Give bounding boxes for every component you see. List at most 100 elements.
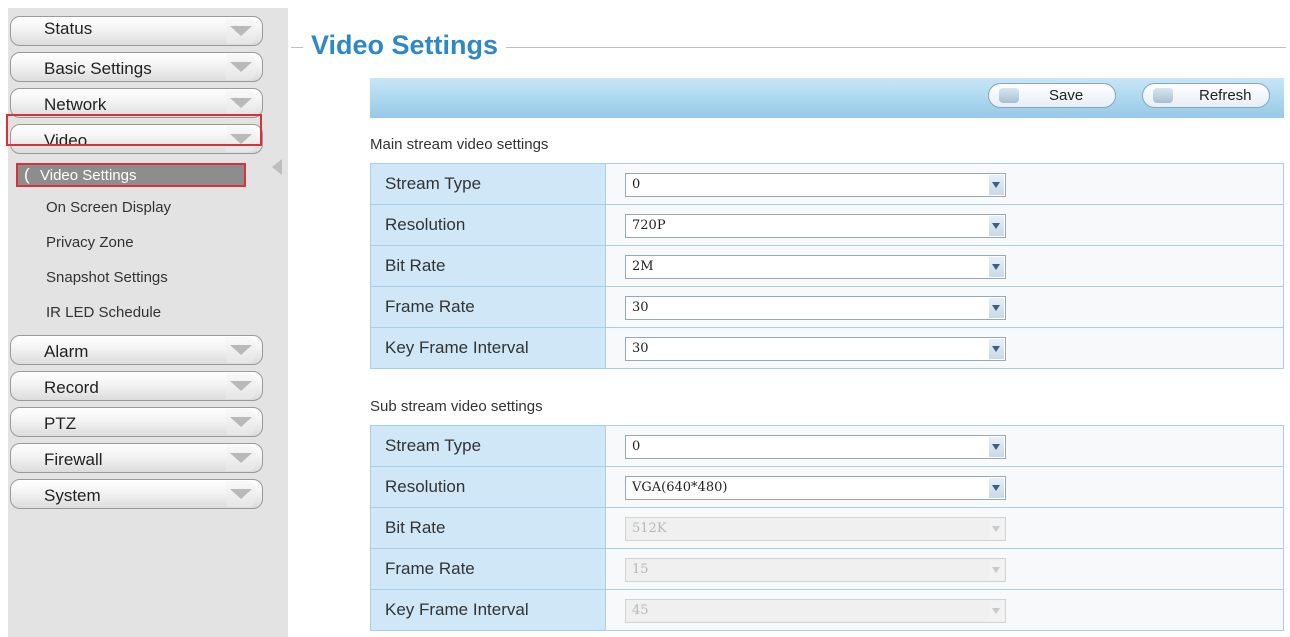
menu-label: Status: [44, 19, 93, 38]
select-value: 0: [632, 439, 641, 454]
field-label: Frame Rate: [370, 548, 606, 590]
menu-label: Record: [44, 378, 99, 397]
sub-resolution-select[interactable]: VGA(640*480): [625, 476, 1006, 500]
submenu-label: Video Settings: [40, 167, 137, 184]
field-value-cell: VGA(640*480): [605, 466, 1284, 508]
chevron-down-icon: [989, 519, 1004, 539]
chevron-down-icon: [230, 417, 252, 427]
refresh-label: Refresh: [1199, 87, 1252, 104]
table-row: Resolution VGA(640*480): [370, 466, 1284, 508]
toolbar: Save Refresh: [370, 78, 1284, 118]
submenu-snapshot-settings[interactable]: Snapshot Settings: [46, 269, 168, 286]
active-indicator-icon: (: [24, 165, 30, 184]
menu-label: System: [44, 486, 101, 505]
field-label: Resolution: [370, 204, 606, 246]
field-value-cell: 2M: [605, 245, 1284, 287]
table-row: Bit Rate 512K: [370, 507, 1284, 549]
panel-pointer-icon: [272, 159, 282, 175]
table-row: Frame Rate 15: [370, 548, 1284, 590]
field-label: Resolution: [370, 466, 606, 508]
table-row: Frame Rate 30: [370, 286, 1284, 328]
submenu-on-screen-display[interactable]: On Screen Display: [46, 199, 171, 216]
save-label: Save: [1049, 87, 1084, 104]
page-title: Video Settings: [303, 30, 507, 61]
sidebar: Status Basic Settings Network Video ( Vi…: [8, 8, 288, 637]
main-stream-type-select[interactable]: 0: [625, 173, 1006, 197]
menu-label: Alarm: [44, 342, 89, 361]
chevron-down-icon: [230, 62, 252, 72]
sub-bit-rate-select: 512K: [625, 517, 1006, 541]
chevron-down-icon: [230, 381, 252, 391]
main-key-frame-interval-select[interactable]: 30: [625, 337, 1006, 361]
sub-stream-heading: Sub stream video settings: [370, 398, 543, 415]
field-value-cell: 720P: [605, 204, 1284, 246]
menu-status[interactable]: Status: [10, 16, 263, 46]
field-value-cell: 45: [605, 589, 1284, 631]
chevron-down-icon: [230, 26, 252, 36]
field-label: Stream Type: [370, 163, 606, 205]
menu-label: Network: [44, 95, 107, 114]
menu-label: PTZ: [44, 414, 77, 433]
main-stream-heading: Main stream video settings: [370, 136, 549, 153]
menu-record[interactable]: Record: [10, 371, 263, 401]
table-row: Stream Type 0: [370, 425, 1284, 467]
field-label: Key Frame Interval: [370, 327, 606, 369]
chevron-down-icon: [230, 453, 252, 463]
select-value: 30: [632, 341, 649, 356]
select-value: 15: [632, 562, 649, 577]
menu-alarm[interactable]: Alarm: [10, 335, 263, 365]
menu-system[interactable]: System: [10, 479, 263, 509]
menu-label: Firewall: [44, 450, 103, 469]
save-icon: [999, 88, 1019, 103]
video-menu-highlight: [6, 114, 262, 146]
sub-stream-type-select[interactable]: 0: [625, 435, 1006, 459]
field-value-cell: 0: [605, 163, 1284, 205]
chevron-down-icon: [230, 98, 252, 108]
select-value: 512K: [632, 521, 667, 536]
menu-label: Basic Settings: [44, 59, 152, 78]
sub-stream-table: Stream Type 0 Resolution VGA(640*480) Bi…: [370, 425, 1284, 631]
field-value-cell: 0: [605, 425, 1284, 467]
table-row: Stream Type 0: [370, 163, 1284, 205]
submenu-privacy-zone[interactable]: Privacy Zone: [46, 234, 134, 251]
field-value-cell: 30: [605, 286, 1284, 328]
select-value: 720P: [632, 218, 666, 233]
main-bit-rate-select[interactable]: 2M: [625, 255, 1006, 279]
sub-frame-rate-select: 15: [625, 558, 1006, 582]
submenu-ir-led-schedule[interactable]: IR LED Schedule: [46, 304, 161, 321]
main-resolution-select[interactable]: 720P: [625, 214, 1006, 238]
chevron-down-icon: [989, 216, 1004, 236]
menu-basic-settings[interactable]: Basic Settings: [10, 52, 263, 82]
chevron-down-icon: [989, 257, 1004, 277]
field-label: Bit Rate: [370, 245, 606, 287]
sub-key-frame-interval-select: 45: [625, 599, 1006, 623]
select-value: VGA(640*480): [632, 480, 728, 495]
refresh-icon: [1153, 88, 1173, 103]
chevron-down-icon: [230, 489, 252, 499]
save-button[interactable]: Save: [988, 83, 1116, 108]
menu-firewall[interactable]: Firewall: [10, 443, 263, 473]
chevron-down-icon: [989, 601, 1004, 621]
main-frame-rate-select[interactable]: 30: [625, 296, 1006, 320]
field-label: Stream Type: [370, 425, 606, 467]
field-label: Frame Rate: [370, 286, 606, 328]
table-row: Key Frame Interval 45: [370, 589, 1284, 631]
main-stream-table: Stream Type 0 Resolution 720P Bit Rate 2…: [370, 163, 1284, 369]
field-value-cell: 15: [605, 548, 1284, 590]
select-value: 0: [632, 177, 641, 192]
chevron-down-icon: [989, 339, 1004, 359]
select-value: 30: [632, 300, 649, 315]
field-value-cell: 512K: [605, 507, 1284, 549]
chevron-down-icon: [989, 175, 1004, 195]
chevron-down-icon: [230, 345, 252, 355]
table-row: Bit Rate 2M: [370, 245, 1284, 287]
table-row: Resolution 720P: [370, 204, 1284, 246]
field-label: Key Frame Interval: [370, 589, 606, 631]
chevron-down-icon: [989, 478, 1004, 498]
refresh-button[interactable]: Refresh: [1142, 83, 1270, 108]
menu-ptz[interactable]: PTZ: [10, 407, 263, 437]
chevron-down-icon: [989, 560, 1004, 580]
submenu-video-settings[interactable]: ( Video Settings: [16, 163, 246, 187]
chevron-down-icon: [989, 437, 1004, 457]
field-value-cell: 30: [605, 327, 1284, 369]
